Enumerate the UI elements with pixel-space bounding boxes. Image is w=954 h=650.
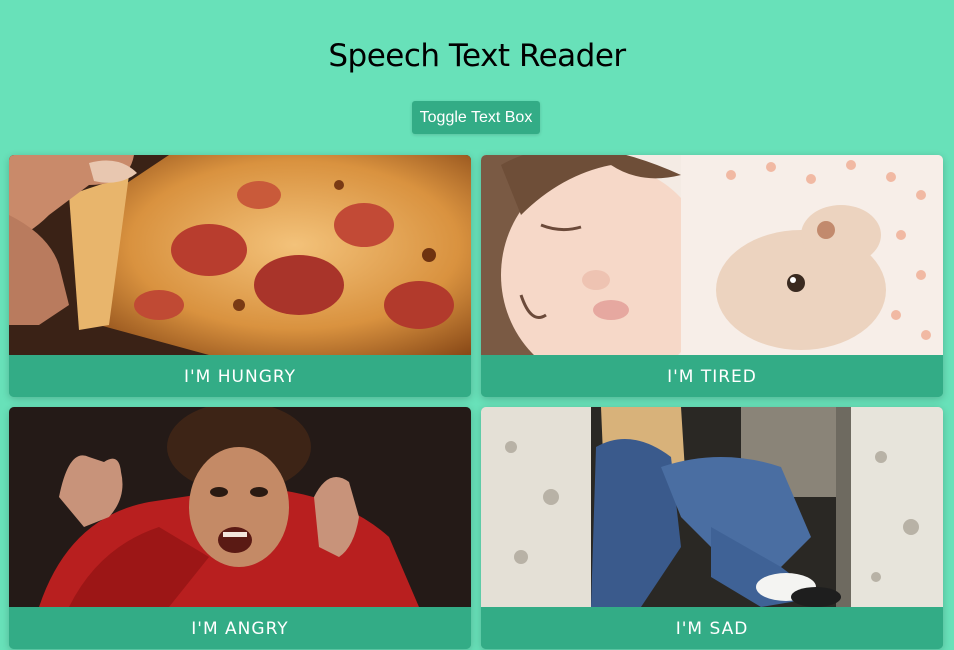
sleeping-child-image bbox=[481, 155, 943, 355]
card-label: I'M SAD bbox=[481, 607, 943, 649]
angry-child-image bbox=[9, 407, 471, 607]
toggle-text-box-button[interactable]: Toggle Text Box bbox=[412, 101, 540, 134]
card-hungry[interactable]: I'M HUNGRY bbox=[9, 155, 471, 397]
sad-child-image bbox=[481, 407, 943, 607]
card-label: I'M HUNGRY bbox=[9, 355, 471, 397]
card-sad[interactable]: I'M SAD bbox=[481, 407, 943, 649]
card-angry[interactable]: I'M ANGRY bbox=[9, 407, 471, 649]
card-label: I'M ANGRY bbox=[9, 607, 471, 649]
card-tired[interactable]: I'M TIRED bbox=[481, 155, 943, 397]
pizza-image bbox=[9, 155, 471, 355]
page-title: Speech Text Reader bbox=[328, 38, 626, 74]
card-label: I'M TIRED bbox=[481, 355, 943, 397]
